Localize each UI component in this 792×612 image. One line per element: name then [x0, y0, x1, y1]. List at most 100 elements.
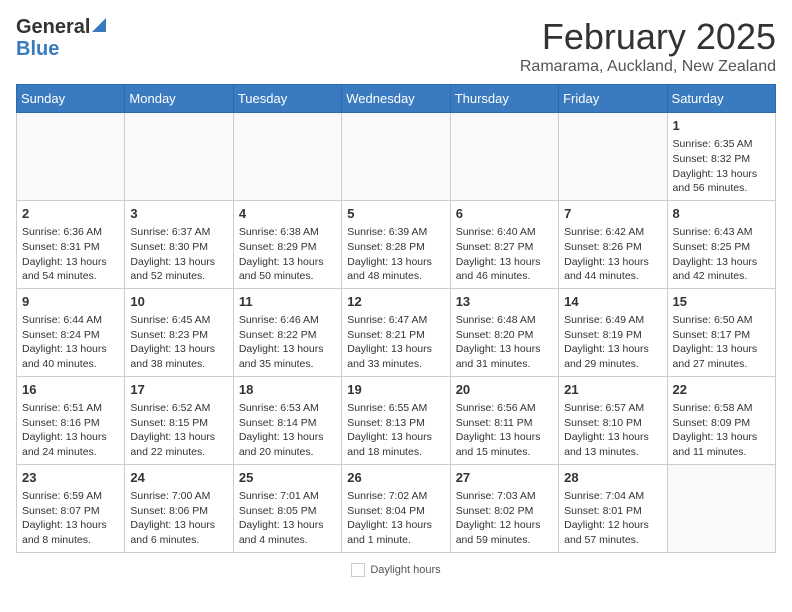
day-info: Sunrise: 6:46 AM Sunset: 8:22 PM Dayligh…: [239, 313, 336, 372]
day-info: Sunrise: 6:48 AM Sunset: 8:20 PM Dayligh…: [456, 313, 553, 372]
calendar-cell: 20 Sunrise: 6:56 AM Sunset: 8:11 PM Dayli…: [450, 376, 558, 464]
calendar-cell: 28 Sunrise: 7:04 AM Sunset: 8:01 PM Dayli…: [559, 464, 667, 552]
day-number: 17: [130, 381, 227, 399]
header: General Blue February 2025 Ramarama, Auc…: [16, 16, 776, 76]
day-number: 15: [673, 293, 770, 311]
calendar-cell: [233, 113, 341, 201]
day-info: Sunrise: 6:35 AM Sunset: 8:32 PM Dayligh…: [673, 137, 770, 196]
day-number: 25: [239, 469, 336, 487]
logo-arrow: [92, 18, 106, 37]
day-info: Sunrise: 7:02 AM Sunset: 8:04 PM Dayligh…: [347, 489, 444, 548]
day-number: 3: [130, 205, 227, 223]
calendar-cell: 12 Sunrise: 6:47 AM Sunset: 8:21 PM Dayli…: [342, 288, 450, 376]
day-number: 20: [456, 381, 553, 399]
day-number: 4: [239, 205, 336, 223]
day-info: Sunrise: 6:39 AM Sunset: 8:28 PM Dayligh…: [347, 225, 444, 284]
column-header-saturday: Saturday: [667, 85, 775, 113]
day-number: 18: [239, 381, 336, 399]
day-number: 16: [22, 381, 119, 399]
day-number: 7: [564, 205, 661, 223]
column-header-tuesday: Tuesday: [233, 85, 341, 113]
calendar-cell: 4 Sunrise: 6:38 AM Sunset: 8:29 PM Daylig…: [233, 200, 341, 288]
day-info: Sunrise: 6:55 AM Sunset: 8:13 PM Dayligh…: [347, 401, 444, 460]
day-info: Sunrise: 6:57 AM Sunset: 8:10 PM Dayligh…: [564, 401, 661, 460]
calendar-cell: 16 Sunrise: 6:51 AM Sunset: 8:16 PM Dayli…: [17, 376, 125, 464]
day-info: Sunrise: 6:47 AM Sunset: 8:21 PM Dayligh…: [347, 313, 444, 372]
day-number: 13: [456, 293, 553, 311]
day-number: 22: [673, 381, 770, 399]
day-info: Sunrise: 6:50 AM Sunset: 8:17 PM Dayligh…: [673, 313, 770, 372]
calendar-cell: 7 Sunrise: 6:42 AM Sunset: 8:26 PM Daylig…: [559, 200, 667, 288]
day-info: Sunrise: 6:43 AM Sunset: 8:25 PM Dayligh…: [673, 225, 770, 284]
logo: General Blue: [16, 16, 106, 59]
column-header-sunday: Sunday: [17, 85, 125, 113]
logo-general: General: [16, 16, 90, 39]
calendar-cell: 14 Sunrise: 6:49 AM Sunset: 8:19 PM Dayli…: [559, 288, 667, 376]
calendar-cell: [17, 113, 125, 201]
day-info: Sunrise: 6:42 AM Sunset: 8:26 PM Dayligh…: [564, 225, 661, 284]
day-number: 8: [673, 205, 770, 223]
day-number: 1: [673, 117, 770, 135]
column-header-wednesday: Wednesday: [342, 85, 450, 113]
calendar-cell: 21 Sunrise: 6:57 AM Sunset: 8:10 PM Dayli…: [559, 376, 667, 464]
calendar-cell: 2 Sunrise: 6:36 AM Sunset: 8:31 PM Daylig…: [17, 200, 125, 288]
day-info: Sunrise: 6:49 AM Sunset: 8:19 PM Dayligh…: [564, 313, 661, 372]
calendar-cell: 5 Sunrise: 6:39 AM Sunset: 8:28 PM Daylig…: [342, 200, 450, 288]
calendar-cell: 17 Sunrise: 6:52 AM Sunset: 8:15 PM Dayli…: [125, 376, 233, 464]
calendar-cell: [450, 113, 558, 201]
calendar-cell: 18 Sunrise: 6:53 AM Sunset: 8:14 PM Dayli…: [233, 376, 341, 464]
day-number: 21: [564, 381, 661, 399]
daylight-legend: Daylight hours: [351, 563, 440, 577]
day-number: 5: [347, 205, 444, 223]
footer: Daylight hours: [16, 563, 776, 577]
calendar-cell: 13 Sunrise: 6:48 AM Sunset: 8:20 PM Dayli…: [450, 288, 558, 376]
day-number: 14: [564, 293, 661, 311]
calendar-cell: 27 Sunrise: 7:03 AM Sunset: 8:02 PM Dayli…: [450, 464, 558, 552]
day-number: 27: [456, 469, 553, 487]
column-header-monday: Monday: [125, 85, 233, 113]
day-number: 11: [239, 293, 336, 311]
day-info: Sunrise: 7:01 AM Sunset: 8:05 PM Dayligh…: [239, 489, 336, 548]
location-title: Ramarama, Auckland, New Zealand: [520, 58, 776, 76]
calendar-cell: 22Sunrise: 6:58 AM Sunset: 8:09 PM Dayli…: [667, 376, 775, 464]
day-info: Sunrise: 6:53 AM Sunset: 8:14 PM Dayligh…: [239, 401, 336, 460]
day-number: 12: [347, 293, 444, 311]
calendar-cell: 3Sunrise: 6:37 AM Sunset: 8:30 PM Daylig…: [125, 200, 233, 288]
calendar-cell: 9Sunrise: 6:44 AM Sunset: 8:24 PM Daylig…: [17, 288, 125, 376]
day-info: Sunrise: 6:56 AM Sunset: 8:11 PM Dayligh…: [456, 401, 553, 460]
calendar-cell: 23 Sunrise: 6:59 AM Sunset: 8:07 PM Dayli…: [17, 464, 125, 552]
calendar-cell: [559, 113, 667, 201]
day-number: 28: [564, 469, 661, 487]
day-info: Sunrise: 6:59 AM Sunset: 8:07 PM Dayligh…: [22, 489, 119, 548]
title-area: February 2025 Ramarama, Auckland, New Ze…: [520, 16, 776, 76]
day-info: Sunrise: 6:52 AM Sunset: 8:15 PM Dayligh…: [130, 401, 227, 460]
calendar-cell: 15 Sunrise: 6:50 AM Sunset: 8:17 PM Dayli…: [667, 288, 775, 376]
logo-blue: Blue: [16, 39, 59, 59]
day-info: Sunrise: 7:03 AM Sunset: 8:02 PM Dayligh…: [456, 489, 553, 548]
day-number: 10: [130, 293, 227, 311]
month-title: February 2025: [520, 16, 776, 58]
calendar-cell: 11 Sunrise: 6:46 AM Sunset: 8:22 PM Dayli…: [233, 288, 341, 376]
calendar-cell: [125, 113, 233, 201]
day-number: 23: [22, 469, 119, 487]
day-info: Sunrise: 6:38 AM Sunset: 8:29 PM Dayligh…: [239, 225, 336, 284]
day-number: 6: [456, 205, 553, 223]
day-number: 2: [22, 205, 119, 223]
calendar-cell: 10 Sunrise: 6:45 AM Sunset: 8:23 PM Dayli…: [125, 288, 233, 376]
column-header-friday: Friday: [559, 85, 667, 113]
day-info: Sunrise: 6:51 AM Sunset: 8:16 PM Dayligh…: [22, 401, 119, 460]
calendar-cell: [667, 464, 775, 552]
calendar-cell: 25 Sunrise: 7:01 AM Sunset: 8:05 PM Dayli…: [233, 464, 341, 552]
day-number: 24: [130, 469, 227, 487]
column-header-thursday: Thursday: [450, 85, 558, 113]
day-number: 26: [347, 469, 444, 487]
day-info: Sunrise: 7:04 AM Sunset: 8:01 PM Dayligh…: [564, 489, 661, 548]
day-info: Sunrise: 6:45 AM Sunset: 8:23 PM Dayligh…: [130, 313, 227, 372]
day-info: Sunrise: 6:40 AM Sunset: 8:27 PM Dayligh…: [456, 225, 553, 284]
calendar: SundayMondayTuesdayWednesdayThursdayFrid…: [16, 84, 776, 553]
day-number: 19: [347, 381, 444, 399]
day-number: 9: [22, 293, 119, 311]
day-info: Sunrise: 6:36 AM Sunset: 8:31 PM Dayligh…: [22, 225, 119, 284]
daylight-legend-box: [351, 563, 365, 577]
daylight-label: Daylight hours: [370, 564, 440, 576]
